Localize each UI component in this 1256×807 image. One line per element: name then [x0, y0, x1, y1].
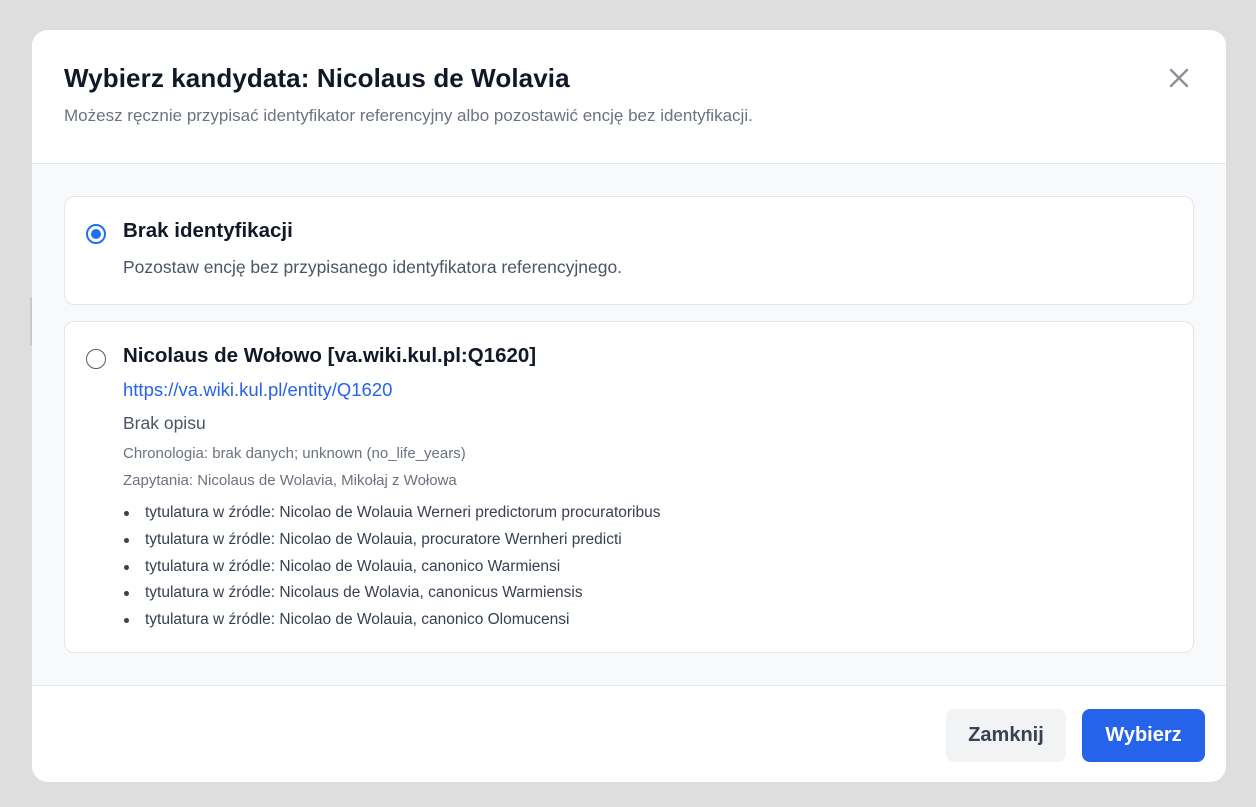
list-item: tytulatura w źródle: Nicolaus de Wolavia…: [123, 582, 660, 609]
candidate-title: Nicolaus de Wołowo [va.wiki.kul.pl:Q1620…: [123, 344, 537, 367]
list-item: tytulatura w źródle: Nicolao de Wolauia …: [123, 502, 660, 529]
dialog-title: Wybierz kandydata: Nicolaus de Wolavia: [64, 63, 570, 93]
candidate-chronology: Chronologia: brak danych; unknown (no_li…: [123, 445, 466, 462]
option-candidate-q1620[interactable]: Nicolaus de Wołowo [va.wiki.kul.pl:Q1620…: [64, 321, 1194, 653]
list-item: tytulatura w źródle: Nicolao de Wolauia,…: [123, 609, 660, 636]
radio-candidate-q1620[interactable]: [86, 349, 106, 369]
candidate-link[interactable]: https://va.wiki.kul.pl/entity/Q1620: [123, 379, 392, 401]
candidate-description: Brak opisu: [123, 413, 206, 433]
candidate-dialog: Wybierz kandydata: Nicolaus de Wolavia M…: [32, 30, 1226, 782]
candidate-queries: Zapytania: Nicolaus de Wolavia, Mikołaj …: [123, 472, 457, 489]
radio-no-identification[interactable]: [86, 224, 106, 244]
list-item: tytulatura w źródle: Nicolao de Wolauia,…: [123, 556, 660, 583]
option-description: Pozostaw encję bez przypisanego identyfi…: [123, 257, 623, 277]
close-dialog-button[interactable]: Zamknij: [946, 709, 1066, 762]
close-button[interactable]: [1164, 63, 1194, 93]
close-icon: [1169, 68, 1189, 88]
dialog-header: Wybierz kandydata: Nicolaus de Wolavia M…: [32, 30, 1226, 164]
candidate-titles-list: tytulatura w źródle: Nicolao de Wolauia …: [123, 502, 660, 636]
dialog-footer: Zamknij Wybierz: [32, 685, 1226, 782]
dialog-body: Brak identyfikacji Pozostaw encję bez pr…: [32, 164, 1226, 686]
option-title: Brak identyfikacji: [123, 219, 293, 242]
option-no-identification[interactable]: Brak identyfikacji Pozostaw encję bez pr…: [64, 196, 1194, 305]
select-button[interactable]: Wybierz: [1082, 709, 1205, 762]
dialog-subtitle: Możesz ręcznie przypisać identyfikator r…: [64, 106, 753, 125]
list-item: tytulatura w źródle: Nicolao de Wolauia,…: [123, 529, 660, 556]
